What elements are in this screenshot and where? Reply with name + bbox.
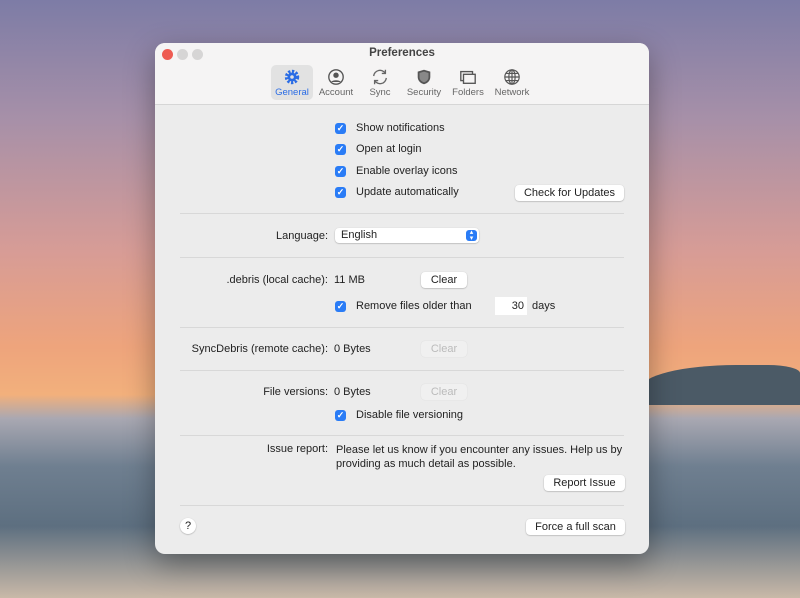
issue-report-text: Please let us know if you encounter any … [336,444,623,470]
divider [180,257,624,258]
window-title: Preferences [369,47,435,59]
clear-local-cache-button[interactable]: Clear [421,272,467,288]
remove-older-label: Remove files older than [356,300,472,312]
tab-general[interactable]: General [271,65,313,100]
check-for-updates-button[interactable]: Check for Updates [515,185,624,201]
overlay-icons-label: Enable overlay icons [356,165,458,177]
shield-icon [417,69,431,85]
force-full-scan-button[interactable]: Force a full scan [526,519,625,535]
divider [180,435,624,436]
clear-file-versions-button[interactable]: Clear [421,384,467,400]
open-at-login-checkbox[interactable]: ✓ [335,144,346,155]
disable-versioning-label: Disable file versioning [356,409,463,421]
issue-report-label: Issue report: [266,443,328,455]
local-cache-label: .debris (local cache): [226,274,329,286]
clear-remote-cache-button[interactable]: Clear [421,341,467,357]
toolbar: Preferences General Account Sync Securit… [155,43,649,105]
globe-icon [504,69,520,85]
gear-icon [284,69,300,85]
sync-arrows-icon [373,69,387,85]
divider [180,327,624,328]
tab-folders[interactable]: Folders [447,65,489,100]
divider [180,505,624,506]
local-cache-value: 11 MB [334,274,365,286]
background-hill [640,365,800,405]
show-notifications-checkbox[interactable]: ✓ [335,123,346,134]
divider [180,370,624,371]
file-versions-value: 0 Bytes [334,386,371,398]
language-label: Language: [276,230,328,242]
open-at-login-label: Open at login [356,143,422,155]
tab-account[interactable]: Account [315,65,357,100]
tab-security[interactable]: Security [403,65,445,100]
remove-older-checkbox[interactable]: ✓ [335,301,346,312]
report-issue-button[interactable]: Report Issue [544,475,625,491]
days-label: days [532,300,556,312]
preferences-window: Preferences General Account Sync Securit… [155,43,649,554]
remote-cache-label: SyncDebris (remote cache): [191,343,328,355]
language-value: English [341,229,378,241]
person-circle-icon [328,69,344,85]
disable-versioning-checkbox[interactable]: ✓ [335,410,346,421]
remote-cache-value: 0 Bytes [334,343,371,355]
tab-sync[interactable]: Sync [359,65,401,100]
chevron-updown-icon: ▴ ▾ [466,229,477,242]
file-versions-label: File versions: [263,386,328,398]
update-automatically-checkbox[interactable]: ✓ [335,187,346,198]
folders-icon [460,70,476,84]
show-notifications-label: Show notifications [356,122,445,134]
language-select[interactable]: English ▴ ▾ [335,228,479,243]
update-automatically-label: Update automatically [356,186,459,198]
tab-network[interactable]: Network [491,65,533,100]
overlay-icons-checkbox[interactable]: ✓ [335,166,346,177]
divider [180,213,624,214]
remove-days-input[interactable]: 30 [495,297,527,315]
help-button[interactable]: ? [180,518,196,534]
